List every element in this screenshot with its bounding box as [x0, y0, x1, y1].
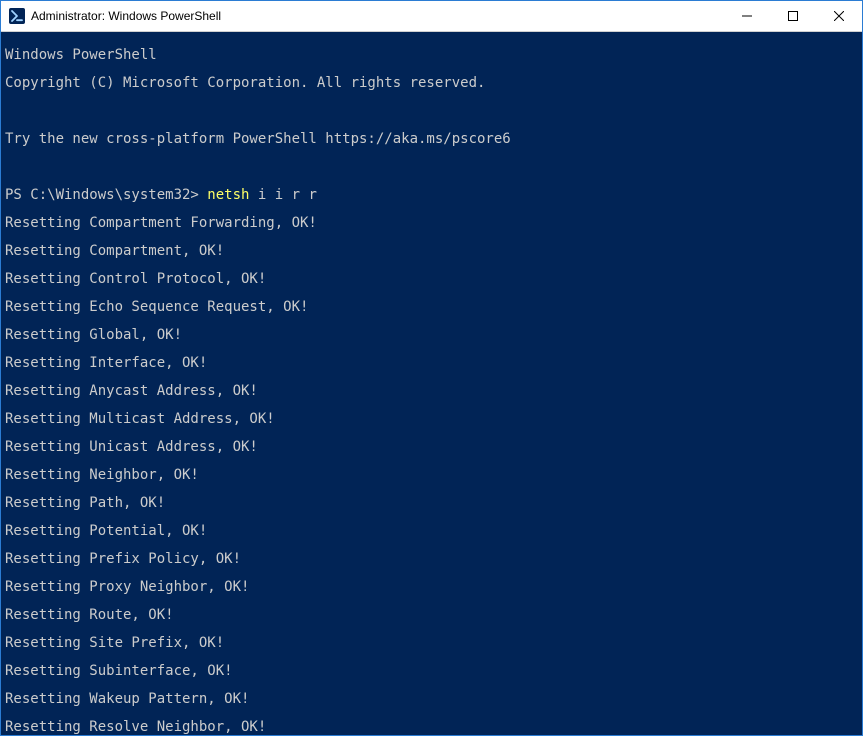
term-line: Resetting Subinterface, OK! — [5, 664, 862, 678]
term-line: Resetting Prefix Policy, OK! — [5, 552, 862, 566]
prompt-prefix: PS C:\Windows\system32> — [5, 187, 207, 203]
term-line: Resetting Wakeup Pattern, OK! — [5, 692, 862, 706]
term-prompt-line: PS C:\Windows\system32> netsh i i r r — [5, 188, 862, 202]
term-line: Resetting Potential, OK! — [5, 524, 862, 538]
term-line — [5, 104, 862, 118]
term-line: Resetting Neighbor, OK! — [5, 468, 862, 482]
term-line: Copyright (C) Microsoft Corporation. All… — [5, 76, 862, 90]
cmd-args: i i r r — [249, 187, 316, 203]
term-line: Resetting Interface, OK! — [5, 356, 862, 370]
term-line: Resetting Echo Sequence Request, OK! — [5, 300, 862, 314]
terminal-body[interactable]: Windows PowerShell Copyright (C) Microso… — [1, 32, 862, 735]
term-line: Resetting Unicast Address, OK! — [5, 440, 862, 454]
term-line: Resetting Compartment, OK! — [5, 244, 862, 258]
term-line: Resetting Resolve Neighbor, OK! — [5, 720, 862, 734]
term-line: Resetting Anycast Address, OK! — [5, 384, 862, 398]
minimize-button[interactable] — [724, 1, 770, 31]
term-line — [5, 160, 862, 174]
term-line: Resetting Path, OK! — [5, 496, 862, 510]
close-button[interactable] — [816, 1, 862, 31]
term-line: Resetting Route, OK! — [5, 608, 862, 622]
term-line: Try the new cross-platform PowerShell ht… — [5, 132, 862, 146]
titlebar[interactable]: Administrator: Windows PowerShell — [1, 1, 862, 32]
powershell-icon — [9, 8, 25, 24]
term-line: Resetting Global, OK! — [5, 328, 862, 342]
term-line: Windows PowerShell — [5, 48, 862, 62]
term-line: Resetting Control Protocol, OK! — [5, 272, 862, 286]
term-line: Resetting Site Prefix, OK! — [5, 636, 862, 650]
window-title: Administrator: Windows PowerShell — [31, 1, 221, 31]
term-line: Resetting Proxy Neighbor, OK! — [5, 580, 862, 594]
maximize-button[interactable] — [770, 1, 816, 31]
cmd-exec: netsh — [207, 187, 249, 203]
window-controls — [724, 1, 862, 31]
powershell-window: Administrator: Windows PowerShell Window… — [0, 0, 863, 736]
term-line: Resetting Compartment Forwarding, OK! — [5, 216, 862, 230]
term-line: Resetting Multicast Address, OK! — [5, 412, 862, 426]
